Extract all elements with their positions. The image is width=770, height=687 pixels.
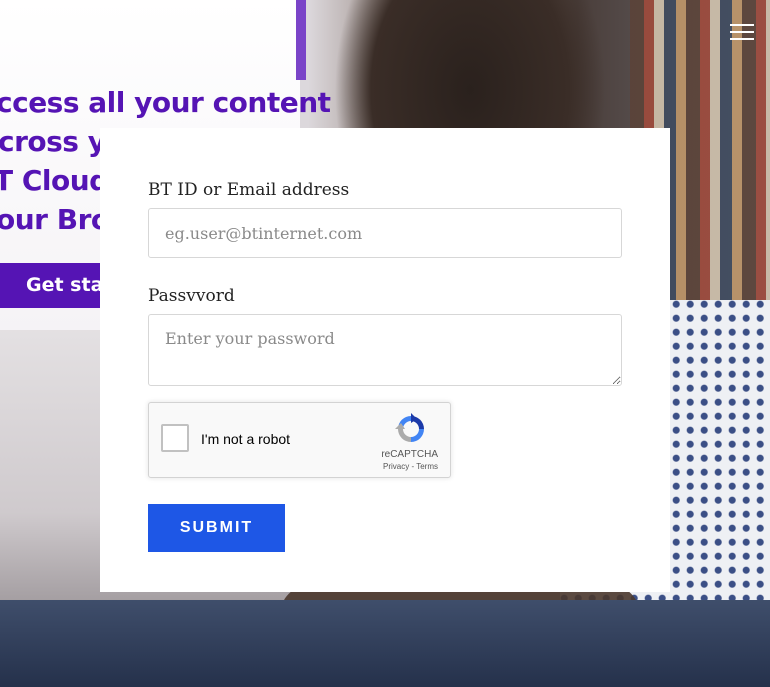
recaptcha-checkbox[interactable] bbox=[161, 424, 189, 452]
menu-bar bbox=[730, 38, 754, 40]
recaptcha-terms-link[interactable]: Terms bbox=[416, 462, 438, 471]
password-field[interactable] bbox=[148, 314, 622, 386]
jeans bbox=[0, 600, 770, 687]
promo-line: ccess all your content bbox=[0, 86, 331, 119]
recaptcha-widget: I'm not a robot reCAPTCHA Privacy - Term… bbox=[148, 402, 451, 478]
email-field[interactable] bbox=[148, 208, 622, 258]
recaptcha-logo-icon bbox=[395, 413, 424, 442]
hamburger-menu-icon[interactable] bbox=[730, 24, 754, 42]
menu-bar bbox=[730, 24, 754, 26]
recaptcha-label: I'm not a robot bbox=[201, 431, 291, 447]
promo-line: T Cloud bbox=[0, 164, 109, 197]
login-form-card: BT ID or Email address Passvvord I'm not… bbox=[100, 128, 670, 592]
recaptcha-links: Privacy - Terms bbox=[383, 462, 438, 471]
recaptcha-brand: reCAPTCHA bbox=[381, 449, 438, 460]
menu-bar bbox=[730, 31, 754, 33]
password-label: Passvvord bbox=[148, 286, 235, 306]
submit-button[interactable]: SUBMIT bbox=[148, 504, 285, 552]
email-label: BT ID or Email address bbox=[148, 180, 350, 200]
recaptcha-privacy-link[interactable]: Privacy bbox=[383, 462, 409, 471]
